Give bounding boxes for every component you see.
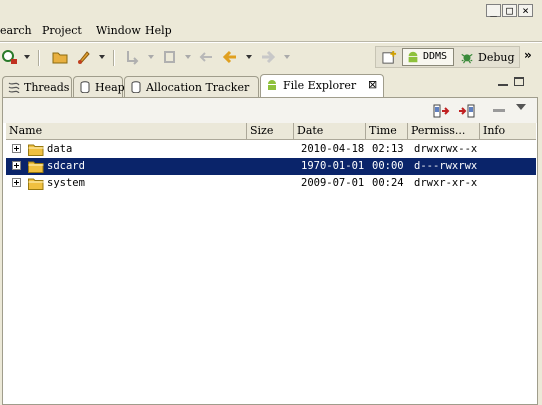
row-date: 2010-04-18 <box>301 143 365 155</box>
expand-icon[interactable] <box>12 144 21 153</box>
search-run-icon[interactable] <box>2 49 18 65</box>
open-folder-icon[interactable] <box>52 49 68 65</box>
row-permissions: drwxrwx--x <box>414 143 478 155</box>
perspective-bar: DDMS Debug <box>375 46 520 68</box>
row-time: 00:24 <box>372 177 404 189</box>
dropdown-arrow-icon[interactable] <box>185 55 191 59</box>
maximize-button[interactable]: □ <box>502 4 517 17</box>
next-annotation-icon[interactable] <box>124 49 140 65</box>
maximize-icon: □ <box>506 4 513 17</box>
open-perspective-icon[interactable] <box>382 50 397 65</box>
toolbar-separator <box>113 50 115 66</box>
menu-help[interactable]: Help <box>145 24 172 37</box>
row-time: 00:00 <box>372 160 404 172</box>
row-date: 1970-01-01 <box>301 160 365 172</box>
pull-file-icon[interactable] <box>433 103 451 119</box>
dropdown-arrow-icon[interactable] <box>24 55 30 59</box>
threads-icon <box>8 82 20 93</box>
view-toolbar <box>3 98 537 123</box>
table-row[interactable]: data 2010-04-18 02:13 drwxrwx--x <box>6 141 536 158</box>
push-file-icon[interactable] <box>458 103 476 119</box>
expand-icon[interactable] <box>12 161 21 170</box>
android-icon <box>408 51 418 63</box>
row-permissions: d---rwxrwx <box>414 160 478 172</box>
file-explorer-panel: Name Size Date Time Permiss... Info data… <box>2 97 538 405</box>
column-size[interactable]: Size <box>247 123 294 139</box>
table-row[interactable]: system 2009-07-01 00:24 drwxr-xr-x <box>6 175 536 192</box>
expand-icon[interactable] <box>12 178 21 187</box>
tab-file-explorer[interactable]: File Explorer ⊠ <box>260 74 384 98</box>
dropdown-arrow-icon[interactable] <box>99 55 105 59</box>
menu-search[interactable]: earch <box>0 24 32 37</box>
last-edit-icon[interactable] <box>198 49 214 65</box>
tab-threads-label: Threads <box>24 81 70 94</box>
tab-allocation-tracker-label: Allocation Tracker <box>146 81 250 94</box>
minimize-button[interactable]: _ <box>486 4 501 17</box>
toolbar-separator <box>38 50 40 66</box>
folder-icon <box>28 161 44 173</box>
column-date[interactable]: Date <box>294 123 366 139</box>
minimize-icon: _ <box>490 4 497 17</box>
column-info[interactable]: Info <box>480 123 536 139</box>
menu-window[interactable]: Window <box>96 24 141 37</box>
dropdown-arrow-icon[interactable] <box>246 55 252 59</box>
row-name: system <box>47 177 85 189</box>
row-permissions: drwxr-xr-x <box>414 177 478 189</box>
view-menu-icon[interactable] <box>516 104 526 110</box>
close-button[interactable]: × <box>518 4 533 17</box>
folder-icon <box>28 178 44 190</box>
close-icon: × <box>522 4 529 17</box>
column-time[interactable]: Time <box>366 123 408 139</box>
menu-project[interactable]: Project <box>42 24 82 37</box>
prev-annotation-icon[interactable] <box>162 49 178 65</box>
perspective-overflow-icon[interactable]: » <box>524 48 532 62</box>
folder-icon <box>28 144 44 156</box>
tab-threads[interactable]: Threads <box>2 76 72 98</box>
forward-arrow-icon[interactable] <box>260 49 276 65</box>
perspective-ddms-label: DDMS <box>423 51 448 62</box>
row-time: 02:13 <box>372 143 404 155</box>
perspective-debug-label[interactable]: Debug <box>478 51 515 64</box>
perspective-ddms[interactable]: DDMS <box>402 48 454 66</box>
delete-file-icon[interactable] <box>493 109 505 112</box>
column-permissions[interactable]: Permiss... <box>408 123 480 139</box>
row-name: sdcard <box>47 160 85 172</box>
table-row[interactable]: sdcard 1970-01-01 00:00 d---rwxrwx <box>6 158 536 175</box>
back-arrow-icon[interactable] <box>222 49 238 65</box>
column-name[interactable]: Name <box>6 123 247 139</box>
tab-heap-label: Heap <box>95 81 125 94</box>
row-date: 2009-07-01 <box>301 177 365 189</box>
minimize-view-icon[interactable] <box>498 78 508 86</box>
brush-icon[interactable] <box>76 49 92 65</box>
debug-icon[interactable] <box>460 50 474 64</box>
tab-allocation-tracker[interactable]: Allocation Tracker <box>124 76 259 98</box>
allocation-icon <box>131 81 141 93</box>
menubar: earch Project Window Help <box>0 22 542 40</box>
close-tab-icon[interactable]: ⊠ <box>368 78 377 91</box>
heap-icon <box>80 81 90 93</box>
view-tab-row: Threads Heap Allocation Tracker File Exp… <box>0 74 542 98</box>
dropdown-arrow-icon[interactable] <box>148 55 154 59</box>
dropdown-arrow-icon[interactable] <box>284 55 290 59</box>
android-icon <box>268 80 276 90</box>
tab-heap[interactable]: Heap <box>73 76 125 98</box>
row-name: data <box>47 143 73 155</box>
table-header: Name Size Date Time Permiss... Info <box>6 123 536 140</box>
maximize-view-icon[interactable] <box>514 77 524 86</box>
tab-file-explorer-label: File Explorer <box>283 79 357 92</box>
